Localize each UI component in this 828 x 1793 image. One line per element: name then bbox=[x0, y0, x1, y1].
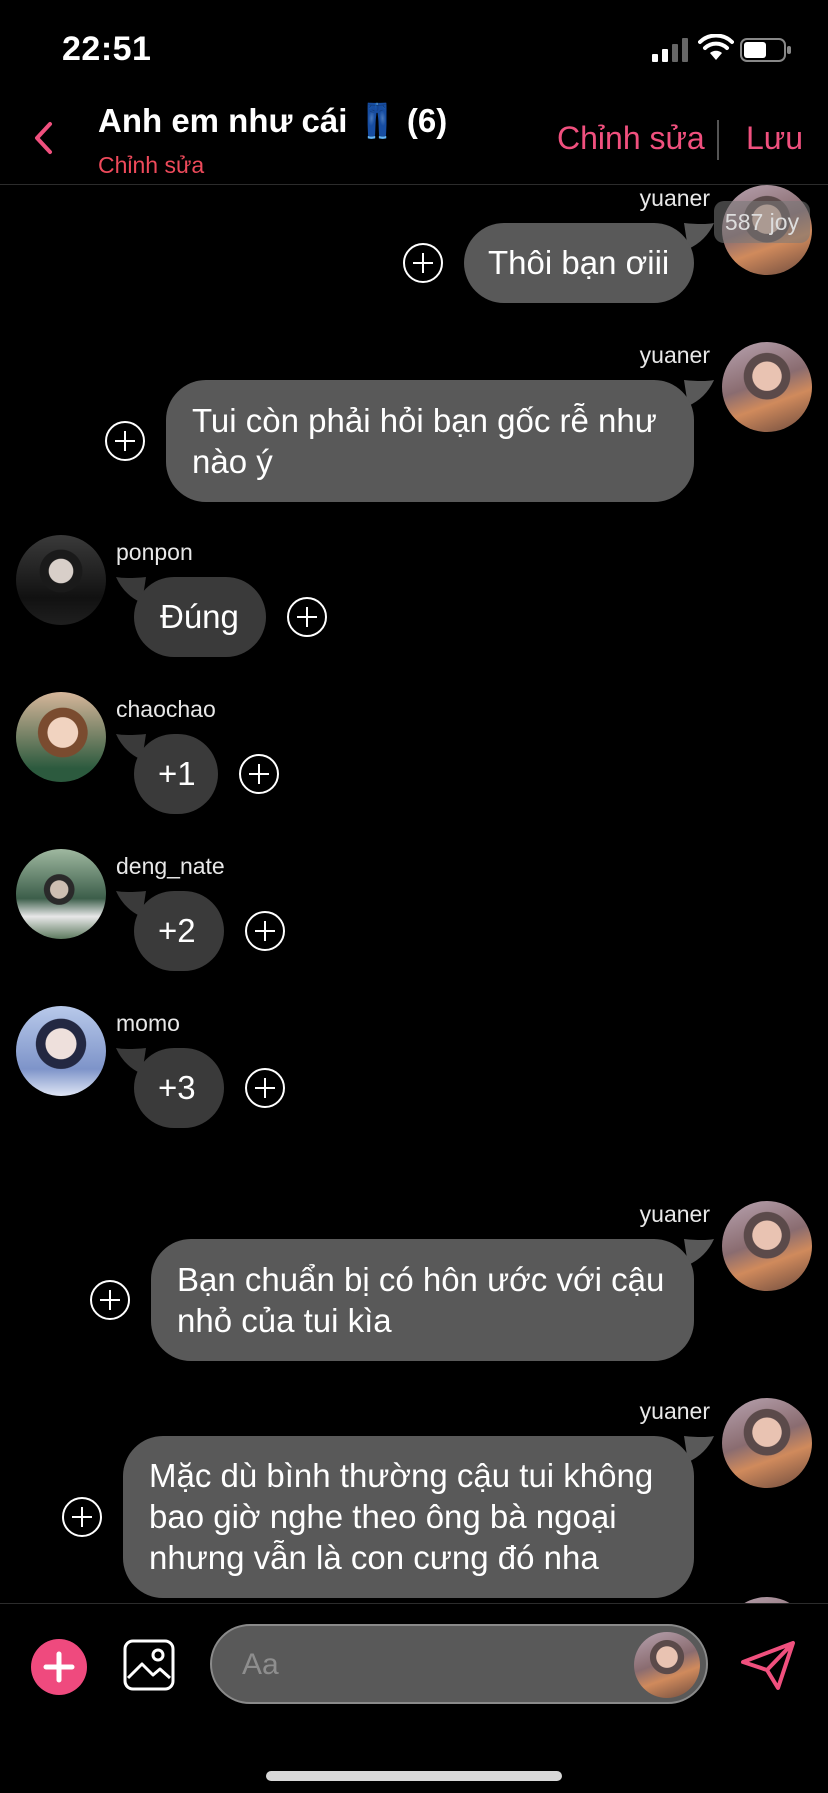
add-reaction-icon[interactable] bbox=[104, 420, 146, 462]
avatar[interactable] bbox=[16, 1006, 106, 1096]
image-icon[interactable] bbox=[122, 1638, 176, 1692]
sender-name: chaochao bbox=[116, 696, 216, 722]
message-input[interactable]: Aa bbox=[210, 1624, 708, 1704]
sender-name: yuaner bbox=[639, 342, 710, 368]
message-row: yuaner Bạn chuẩn bị có hôn ước với cậu n… bbox=[0, 1201, 828, 1361]
input-placeholder: Aa bbox=[242, 1648, 279, 1681]
sender-name: ponpon bbox=[116, 539, 193, 565]
avatar[interactable] bbox=[722, 342, 812, 432]
add-reaction-icon[interactable] bbox=[244, 1067, 286, 1109]
signal-icon bbox=[652, 38, 688, 62]
message-row: yuaner Thôi bạn ơiii 587 joy bbox=[0, 185, 828, 303]
message-bubble[interactable]: +3 bbox=[134, 1048, 224, 1128]
home-indicator bbox=[266, 1771, 562, 1781]
status-bar: 22:51 bbox=[0, 0, 828, 90]
chat-header: Anh em như cái 👖 (6) Chỉnh sửa Chỉnh sửa… bbox=[0, 90, 828, 185]
message-bubble[interactable]: +1 bbox=[134, 734, 218, 814]
header-subtitle[interactable]: Chỉnh sửa bbox=[98, 152, 204, 179]
message-row: ponpon Đúng bbox=[0, 535, 828, 657]
avatar[interactable] bbox=[16, 849, 106, 939]
message-bubble[interactable]: Đúng bbox=[134, 577, 266, 657]
group-title: Anh em như cái 👖 (6) bbox=[98, 102, 448, 139]
message-bubble[interactable]: Bạn chuẩn bị có hôn ước với cậu nhỏ của … bbox=[151, 1239, 694, 1361]
message-list[interactable]: yuaner Thôi bạn ơiii 587 joy yuaner Tui … bbox=[0, 185, 828, 1603]
add-reaction-icon[interactable] bbox=[244, 910, 286, 952]
message-bubble[interactable]: Tui còn phải hỏi bạn gốc rễ như nào ý bbox=[166, 380, 694, 502]
avatar[interactable] bbox=[722, 1398, 812, 1488]
message-row: yuaner Tui còn phải hỏi bạn gốc rễ như n… bbox=[0, 342, 828, 502]
sender-name: momo bbox=[116, 1010, 180, 1036]
add-reaction-icon[interactable] bbox=[61, 1496, 103, 1538]
sender-name: yuaner bbox=[639, 1398, 710, 1424]
avatar[interactable] bbox=[16, 535, 106, 625]
add-button[interactable] bbox=[31, 1639, 87, 1695]
sender-name: yuaner bbox=[639, 1201, 710, 1227]
edit-button[interactable]: Chỉnh sửa bbox=[557, 120, 705, 157]
sender-name: deng_nate bbox=[116, 853, 225, 879]
message-bubble[interactable]: Mặc dù bình thường cậu tui không bao giờ… bbox=[123, 1436, 694, 1598]
sender-name: yuaner bbox=[639, 185, 710, 211]
wifi-icon bbox=[698, 34, 734, 60]
add-reaction-icon[interactable] bbox=[286, 596, 328, 638]
message-row: deng_nate +2 bbox=[0, 849, 828, 971]
message-bubble[interactable]: +2 bbox=[134, 891, 224, 971]
message-bubble[interactable]: Thôi bạn ơiii bbox=[464, 223, 694, 303]
message-row: yuaner Mặc dù bình thường cậu tui không … bbox=[0, 1398, 828, 1598]
save-button[interactable]: Lưu bbox=[746, 120, 803, 157]
message-composer: Aa bbox=[0, 1603, 828, 1793]
header-divider bbox=[717, 120, 719, 160]
message-row: momo +3 bbox=[0, 1006, 828, 1128]
status-time: 22:51 bbox=[62, 30, 152, 68]
avatar[interactable] bbox=[16, 692, 106, 782]
avatar[interactable] bbox=[722, 1201, 812, 1291]
add-reaction-icon[interactable] bbox=[89, 1279, 131, 1321]
message-row: chaochao +1 bbox=[0, 692, 828, 814]
back-chevron-icon[interactable] bbox=[30, 120, 60, 156]
add-reaction-icon[interactable] bbox=[238, 753, 280, 795]
points-badge: 587 joy bbox=[714, 201, 810, 243]
add-reaction-icon[interactable] bbox=[402, 242, 444, 284]
send-icon[interactable] bbox=[740, 1640, 796, 1692]
battery-icon bbox=[740, 38, 791, 62]
persona-avatar[interactable] bbox=[634, 1632, 700, 1698]
plus-icon bbox=[43, 1651, 75, 1683]
